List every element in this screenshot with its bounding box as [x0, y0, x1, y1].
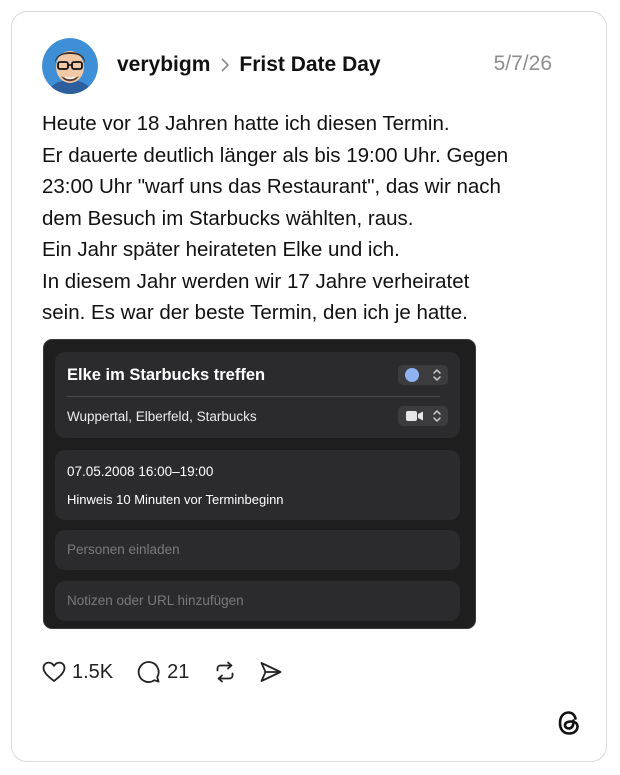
avatar[interactable] — [42, 38, 98, 94]
body-line: Heute vor 18 Jahren hatte ich diesen Ter… — [42, 112, 450, 135]
body-line: Ein Jahr später heirateten Elke und ich. — [42, 238, 400, 261]
post-body: Heute vor 18 Jahren hatte ich diesen Ter… — [42, 108, 582, 329]
event-alert: Hinweis 10 Minuten vor Terminbeginn — [67, 492, 284, 507]
threads-logo-icon[interactable] — [556, 709, 582, 737]
body-line: In diesem Jahr werden wir 17 Jahre verhe… — [42, 269, 470, 293]
calendar-color-dot — [405, 368, 419, 382]
post-card: verybigm Frist Date Day 5/7/26 Heute vor… — [11, 11, 607, 762]
send-icon — [261, 662, 282, 682]
event-time-block: 07.05.2008 16:00–19:00 Hinweis 10 Minute… — [55, 450, 460, 520]
updown-chevron-icon — [433, 369, 441, 381]
invite-placeholder: Personen einladen — [67, 542, 180, 557]
calendar-screenshot[interactable]: Elke im Starbucks treffen Wuppertal, Elb… — [43, 339, 476, 629]
like-button[interactable]: 1.5K — [42, 661, 113, 684]
event-datetime: 07.05.2008 16:00–19:00 — [67, 464, 214, 479]
calendar-color-picker — [398, 365, 448, 385]
topic-link[interactable]: Frist Date Day — [239, 53, 380, 77]
heart-icon — [42, 661, 66, 682]
reply-button[interactable]: 21 — [137, 660, 189, 684]
speech-bubble-icon — [137, 661, 160, 683]
repost-icon — [217, 661, 234, 683]
post-date: 5/7/26 — [493, 52, 552, 75]
notes-placeholder: Notizen oder URL hinzufügen — [67, 593, 244, 608]
notes-field: Notizen oder URL hinzufügen — [55, 581, 460, 621]
divider — [67, 396, 440, 397]
video-call-picker — [398, 406, 448, 426]
invite-field: Personen einladen — [55, 530, 460, 570]
reply-count: 21 — [167, 660, 190, 683]
body-line: sein. Es war der beste Termin, den ich j… — [42, 301, 468, 324]
body-line: 23:00 Uhr "warf uns das Restaurant", das… — [42, 175, 501, 198]
body-line: Er dauerte deutlich länger als bis 19:00… — [42, 143, 509, 167]
share-button[interactable] — [259, 661, 283, 683]
like-count: 1.5K — [72, 660, 114, 683]
author-name[interactable]: verybigm — [117, 53, 210, 77]
body-line: dem Besuch im Starbucks wählten, raus. — [42, 206, 414, 230]
repost-button[interactable] — [213, 660, 237, 684]
post-header: verybigm Frist Date Day — [117, 50, 381, 80]
post-actions: 1.5K 21 — [42, 658, 283, 686]
video-camera-icon — [406, 411, 423, 421]
event-title: Elke im Starbucks treffen — [67, 366, 266, 384]
chevron-right-icon — [221, 58, 230, 72]
event-location: Wuppertal, Elberfeld, Starbucks — [67, 409, 257, 424]
updown-chevron-icon — [433, 410, 441, 422]
event-header-block: Elke im Starbucks treffen Wuppertal, Elb… — [55, 352, 460, 438]
